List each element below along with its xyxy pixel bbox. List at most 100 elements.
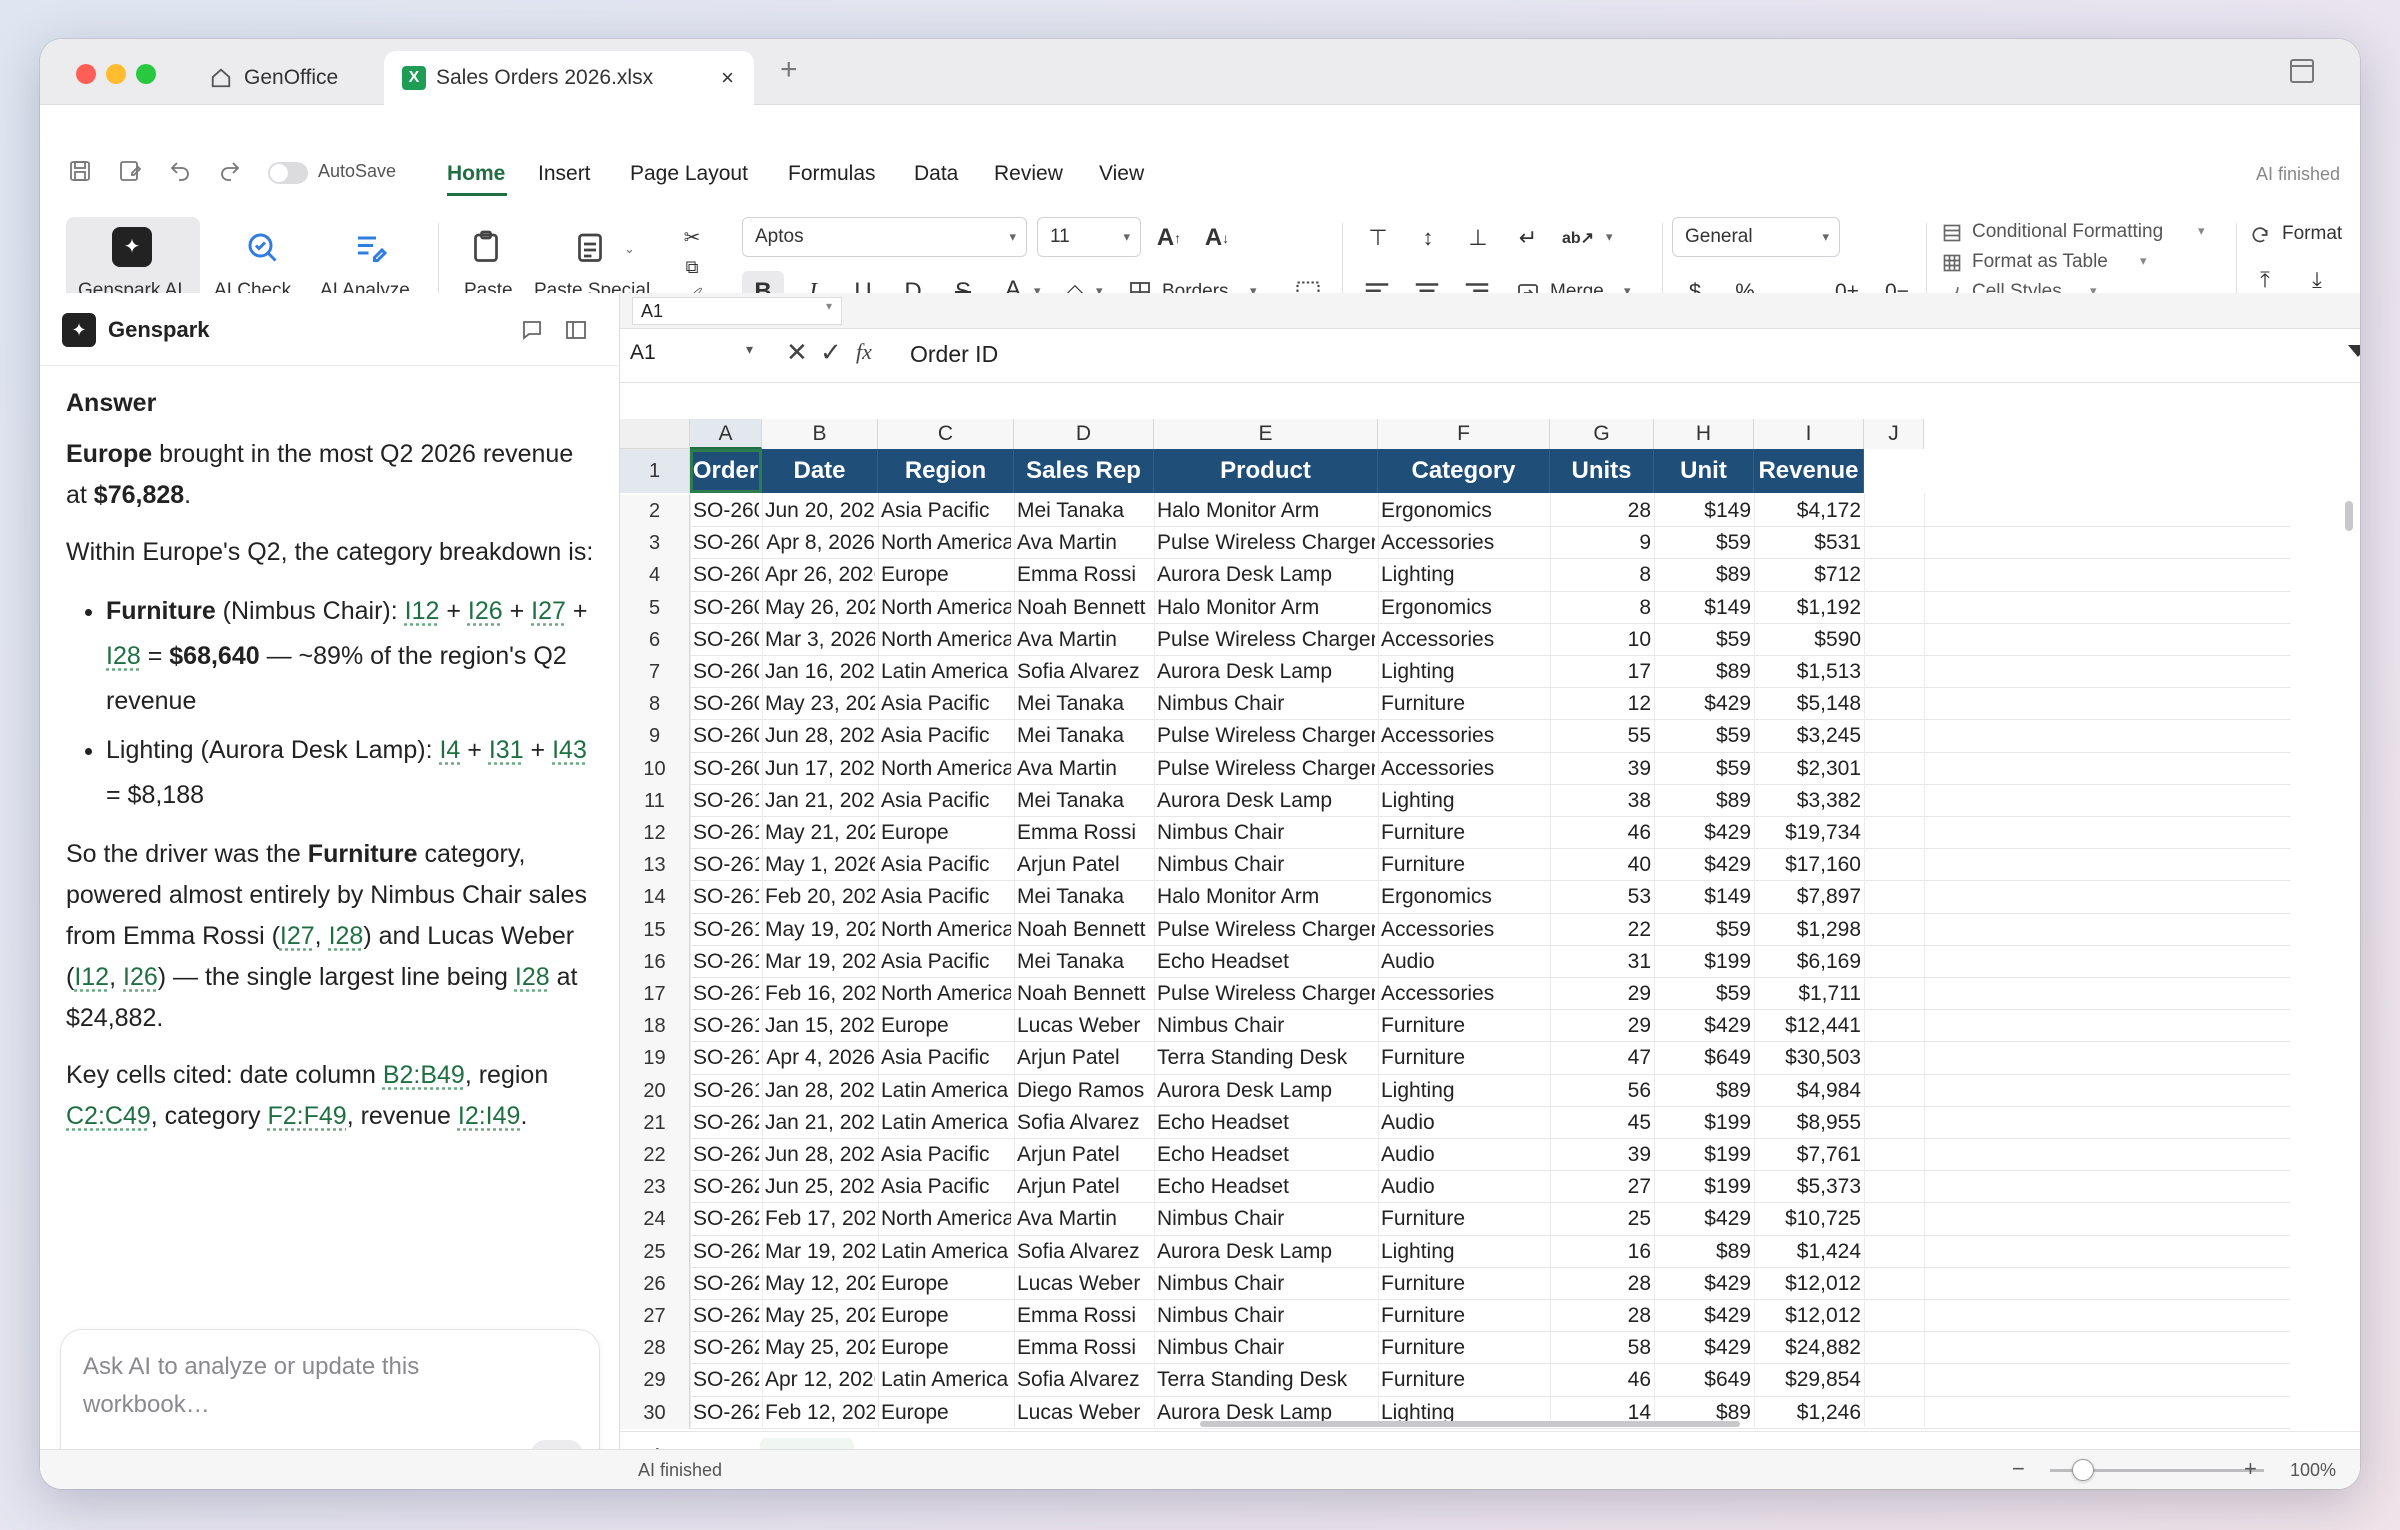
table-cell[interactable]: 46: [1553, 1364, 1651, 1396]
table-cell[interactable]: Furniture: [1381, 1010, 1547, 1042]
table-cell[interactable]: $429: [1657, 817, 1751, 849]
cell-reference-link[interactable]: I2:I49: [458, 1102, 521, 1130]
table-cell[interactable]: Europe: [881, 1332, 1011, 1364]
table-cell[interactable]: $429: [1657, 849, 1751, 881]
table-cell[interactable]: Europe: [881, 1010, 1011, 1042]
name-box[interactable]: A1: [630, 341, 656, 365]
table-cell[interactable]: SO-2625: [693, 1268, 759, 1300]
table-cell[interactable]: Mar 19, 2026: [765, 1236, 875, 1268]
table-cell[interactable]: SO-2623: [693, 1203, 759, 1235]
table-cell[interactable]: Arjun Patel: [1017, 1042, 1151, 1074]
table-cell[interactable]: $149: [1657, 881, 1751, 913]
table-cell[interactable]: 39: [1553, 753, 1651, 785]
table-cell[interactable]: SO-2614: [693, 914, 759, 946]
table-cell[interactable]: SO-2617: [693, 1010, 759, 1042]
table-cell[interactable]: $30,503: [1757, 1042, 1861, 1074]
table-cell[interactable]: $149: [1657, 592, 1751, 624]
table-cell[interactable]: May 21, 2026: [765, 817, 875, 849]
row-header[interactable]: 2: [620, 495, 690, 528]
insert-down-icon[interactable]: ⤓: [2302, 265, 2332, 295]
table-cell[interactable]: $59: [1657, 753, 1751, 785]
table-cell[interactable]: Aurora Desk Lamp: [1157, 1236, 1375, 1268]
table-cell[interactable]: Asia Pacific: [881, 849, 1011, 881]
table-cell[interactable]: 53: [1553, 881, 1651, 913]
table-cell[interactable]: Europe: [881, 817, 1011, 849]
table-cell[interactable]: $59: [1657, 978, 1751, 1010]
table-cell[interactable]: Nimbus Chair: [1157, 1332, 1375, 1364]
table-cell[interactable]: Emma Rossi: [1017, 559, 1151, 591]
table-cell[interactable]: SO-2609: [693, 753, 759, 785]
table-cell[interactable]: May 25, 2026: [765, 1300, 875, 1332]
row-header[interactable]: 27: [620, 1300, 690, 1333]
table-cell[interactable]: $531: [1757, 527, 1861, 559]
table-cell[interactable]: North America: [881, 624, 1011, 656]
column-header-e[interactable]: E: [1154, 419, 1378, 449]
table-cell[interactable]: SO-2621: [693, 1139, 759, 1171]
table-cell[interactable]: $89: [1657, 1236, 1751, 1268]
table-cell[interactable]: Europe: [881, 1397, 1011, 1429]
table-cell[interactable]: 22: [1553, 914, 1651, 946]
undo-icon[interactable]: [168, 159, 192, 183]
table-cell[interactable]: SO-2606: [693, 656, 759, 688]
autosave-toggle[interactable]: [268, 162, 308, 184]
table-cell[interactable]: May 26, 2026: [765, 592, 875, 624]
close-tab-icon[interactable]: ×: [721, 65, 734, 91]
tab-genoffice[interactable]: GenOffice: [190, 51, 400, 105]
table-cell[interactable]: Europe: [881, 1300, 1011, 1332]
row-header[interactable]: 3: [620, 527, 690, 560]
row-header[interactable]: 18: [620, 1010, 690, 1043]
table-cell[interactable]: Sofia Alvarez: [1017, 1236, 1151, 1268]
table-cell[interactable]: $590: [1757, 624, 1861, 656]
table-cell[interactable]: SO-2624: [693, 1236, 759, 1268]
table-cell[interactable]: Echo Headset: [1157, 1139, 1375, 1171]
column-header-j[interactable]: J: [1864, 419, 1924, 449]
row-header[interactable]: 12: [620, 817, 690, 850]
table-cell[interactable]: $429: [1657, 688, 1751, 720]
column-header-f[interactable]: F: [1378, 419, 1550, 449]
table-cell[interactable]: $1,192: [1757, 592, 1861, 624]
table-cell[interactable]: Ergonomics: [1381, 881, 1547, 913]
table-cell[interactable]: $12,012: [1757, 1300, 1861, 1332]
table-cell[interactable]: Apr 8, 2026: [765, 527, 875, 559]
table-cell[interactable]: Asia Pacific: [881, 881, 1011, 913]
row-header[interactable]: 24: [620, 1203, 690, 1236]
table-cell[interactable]: May 1, 2026: [765, 849, 875, 881]
table-cell[interactable]: North America: [881, 978, 1011, 1010]
row-header[interactable]: 23: [620, 1171, 690, 1204]
table-cell[interactable]: Lighting: [1381, 559, 1547, 591]
cell-reference-link[interactable]: I26: [123, 963, 158, 991]
table-cell[interactable]: Lighting: [1381, 1075, 1547, 1107]
table-cell[interactable]: $89: [1657, 656, 1751, 688]
row-header[interactable]: 15: [620, 913, 690, 946]
table-cell[interactable]: Furniture: [1381, 1364, 1547, 1396]
table-cell[interactable]: $59: [1657, 527, 1751, 559]
table-cell[interactable]: $1,513: [1757, 656, 1861, 688]
table-cell[interactable]: SO-2627: [693, 1332, 759, 1364]
table-cell[interactable]: $1,246: [1757, 1397, 1861, 1429]
row-header[interactable]: 11: [620, 784, 690, 817]
table-cell[interactable]: North America: [881, 753, 1011, 785]
table-cell[interactable]: Arjun Patel: [1017, 1171, 1151, 1203]
table-cell[interactable]: Accessories: [1381, 753, 1547, 785]
table-cell[interactable]: Furniture: [1381, 849, 1547, 881]
table-cell[interactable]: Echo Headset: [1157, 1107, 1375, 1139]
header-cell[interactable]: Order ID: [690, 449, 762, 528]
table-cell[interactable]: Pulse Wireless Charger: [1157, 914, 1375, 946]
table-cell[interactable]: 55: [1553, 720, 1651, 752]
row-header[interactable]: 13: [620, 849, 690, 882]
row-header[interactable]: 1: [620, 449, 690, 493]
cell-reference-link[interactable]: I27: [280, 922, 315, 950]
table-cell[interactable]: $429: [1657, 1203, 1751, 1235]
header-cell[interactable]: Region: [878, 449, 1014, 493]
table-cell[interactable]: Aurora Desk Lamp: [1157, 656, 1375, 688]
table-cell[interactable]: Jan 16, 2026: [765, 656, 875, 688]
table-cell[interactable]: Lucas Weber: [1017, 1397, 1151, 1429]
row-header[interactable]: 20: [620, 1074, 690, 1107]
table-cell[interactable]: Aurora Desk Lamp: [1157, 559, 1375, 591]
row-header[interactable]: 25: [620, 1235, 690, 1268]
table-cell[interactable]: Nimbus Chair: [1157, 1203, 1375, 1235]
table-cell[interactable]: Jan 15, 2026: [765, 1010, 875, 1042]
table-cell[interactable]: $89: [1657, 559, 1751, 591]
column-header-b[interactable]: B: [762, 419, 878, 449]
column-header-a[interactable]: A: [690, 419, 762, 449]
